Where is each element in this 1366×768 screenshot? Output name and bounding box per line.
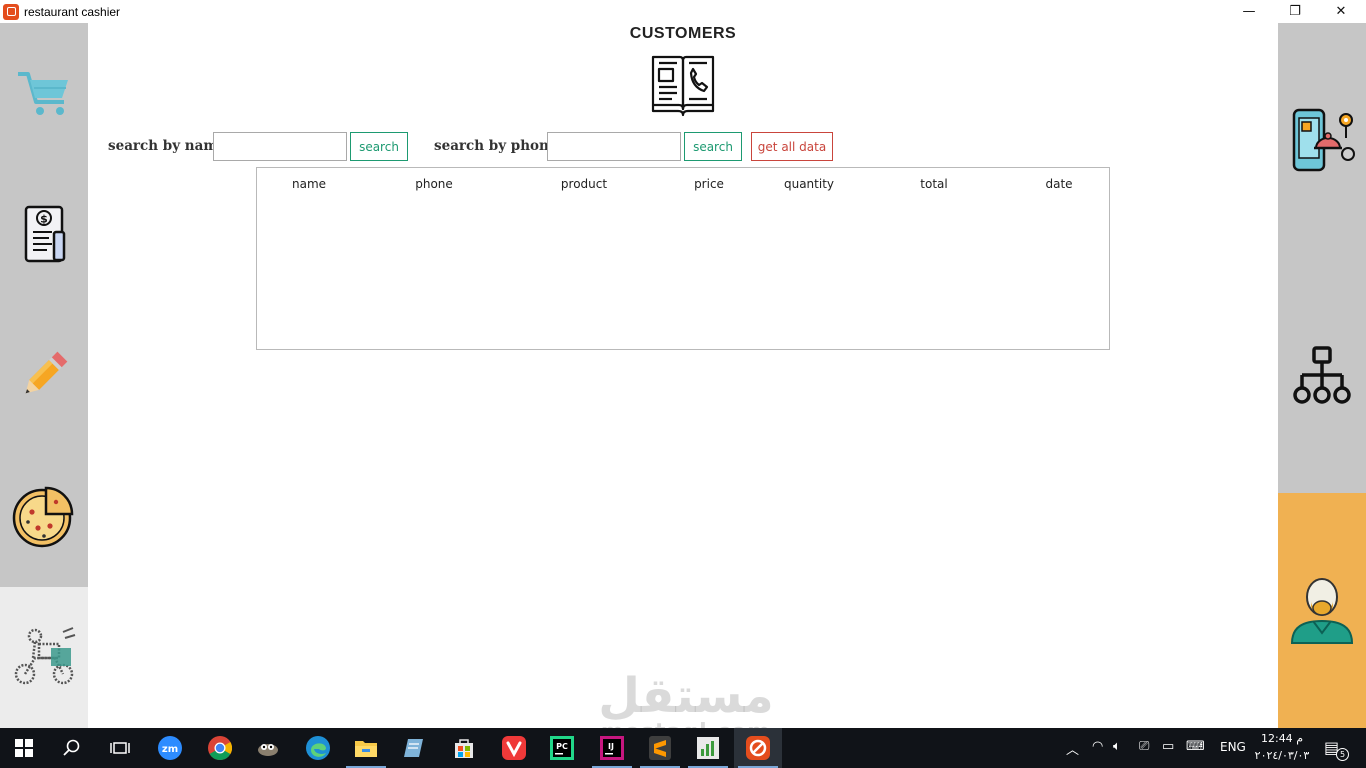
search-icon	[63, 739, 80, 756]
edge-icon	[306, 736, 330, 760]
search-phone-label: search by phone:	[434, 138, 563, 154]
sidebar-item-delivery[interactable]	[0, 620, 88, 692]
title-bar: restaurant cashier — ❐ ✕	[0, 0, 1366, 23]
delivery-scooter-icon	[14, 627, 76, 685]
watermark-arabic: مستقل	[598, 668, 774, 724]
minimize-button[interactable]: —	[1226, 0, 1272, 23]
sidebar-item-bill[interactable]: $	[0, 198, 88, 270]
zoom-app-icon: zm	[158, 736, 182, 760]
window-title: restaurant cashier	[24, 4, 121, 19]
taskbar-restaurant-cashier[interactable]	[734, 728, 782, 768]
svg-text:$: $	[40, 213, 48, 226]
chart-app-icon	[697, 737, 719, 759]
pizza-icon	[12, 486, 74, 548]
gimp-icon	[258, 744, 278, 756]
mobile-delivery-icon	[1292, 108, 1355, 172]
restaurant-cashier-app-icon	[746, 736, 770, 760]
sidebar-item-edit[interactable]	[0, 340, 88, 410]
vivaldi-icon	[502, 736, 526, 760]
taskbar: zm PC IJ ︿ ◠ 🔈︎ ⎚ ▭ ⌨ ENG 12:44 م ٢٠٢٤/٠…	[0, 728, 1366, 768]
notes-app-icon	[404, 739, 423, 757]
task-view-icon	[110, 742, 130, 754]
tray-chevron-icon[interactable]: ︿	[1066, 739, 1079, 758]
taskbar-zoom[interactable]: zm	[146, 728, 194, 768]
volume-icon[interactable]: 🔈︎	[1113, 739, 1121, 754]
close-button[interactable]: ✕	[1318, 0, 1364, 23]
sublime-icon	[649, 736, 671, 760]
taskbar-gimp[interactable]	[244, 728, 292, 768]
search-name-input[interactable]	[213, 132, 347, 161]
battery-icon[interactable]: ▭	[1162, 739, 1174, 754]
meet-now-icon[interactable]: ⎚	[1139, 739, 1149, 754]
windows-logo-icon	[15, 739, 33, 757]
phonebook-icon	[650, 53, 716, 122]
column-header-phone[interactable]: phone	[384, 177, 484, 191]
taskbar-pycharm[interactable]: PC	[538, 728, 586, 768]
svg-text:IJ: IJ	[608, 742, 614, 751]
taskbar-chrome[interactable]	[196, 728, 244, 768]
column-header-quantity[interactable]: quantity	[759, 177, 859, 191]
user-avatar-icon	[1290, 578, 1354, 644]
notification-count-badge: 5	[1336, 748, 1349, 761]
sidebar-item-online-delivery[interactable]	[1278, 100, 1366, 180]
customers-table[interactable]: name phone product price quantity total …	[256, 167, 1110, 350]
taskbar-sublime[interactable]	[636, 728, 684, 768]
shopping-cart-icon	[18, 72, 68, 115]
pencil-icon	[25, 351, 68, 394]
right-sidebar	[1278, 23, 1366, 493]
get-all-data-button[interactable]: get all data	[751, 132, 833, 161]
clock-date[interactable]: ٢٠٢٤/٠٣/٠٣	[1252, 749, 1312, 762]
taskbar-intellij[interactable]: IJ	[588, 728, 636, 768]
sidebar-item-structure[interactable]	[1278, 340, 1366, 410]
sidebar-item-cart[interactable]	[0, 56, 88, 132]
taskbar-edge[interactable]	[294, 728, 342, 768]
taskbar-vivaldi[interactable]	[490, 728, 538, 768]
receipt-icon: $	[24, 205, 66, 263]
taskbar-search-button[interactable]	[48, 728, 96, 768]
sidebar-item-customers[interactable]	[1278, 572, 1366, 648]
column-header-date[interactable]: date	[1009, 177, 1109, 191]
taskbar-notes[interactable]	[390, 728, 438, 768]
hierarchy-icon	[1293, 346, 1351, 404]
start-button[interactable]	[0, 728, 48, 768]
page-title: CUSTOMERS	[629, 25, 737, 42]
pycharm-icon: PC	[550, 736, 574, 760]
column-header-product[interactable]: product	[534, 177, 634, 191]
store-icon	[455, 739, 473, 758]
svg-text:zm: zm	[162, 744, 178, 755]
svg-text:PC: PC	[556, 742, 568, 751]
intellij-icon: IJ	[600, 736, 624, 760]
app-icon	[3, 3, 19, 20]
taskbar-file-explorer[interactable]	[342, 728, 390, 768]
keyboard-icon[interactable]: ⌨	[1186, 739, 1205, 754]
restore-button[interactable]: ❐	[1272, 0, 1318, 23]
chrome-icon	[208, 736, 232, 760]
task-view-button[interactable]	[96, 728, 144, 768]
column-header-price[interactable]: price	[659, 177, 759, 191]
language-indicator[interactable]: ENG	[1220, 740, 1246, 754]
search-phone-input[interactable]	[547, 132, 681, 161]
search-name-button[interactable]: search	[350, 132, 408, 161]
sidebar-item-pizza[interactable]	[0, 480, 88, 552]
column-header-total[interactable]: total	[884, 177, 984, 191]
column-header-name[interactable]: name	[259, 177, 359, 191]
folder-icon	[355, 741, 377, 757]
wifi-icon[interactable]: ◠	[1092, 739, 1103, 754]
taskbar-chart-app[interactable]	[684, 728, 732, 768]
search-phone-button[interactable]: search	[684, 132, 742, 161]
taskbar-store[interactable]	[440, 728, 488, 768]
clock-time[interactable]: 12:44 م	[1254, 732, 1310, 745]
